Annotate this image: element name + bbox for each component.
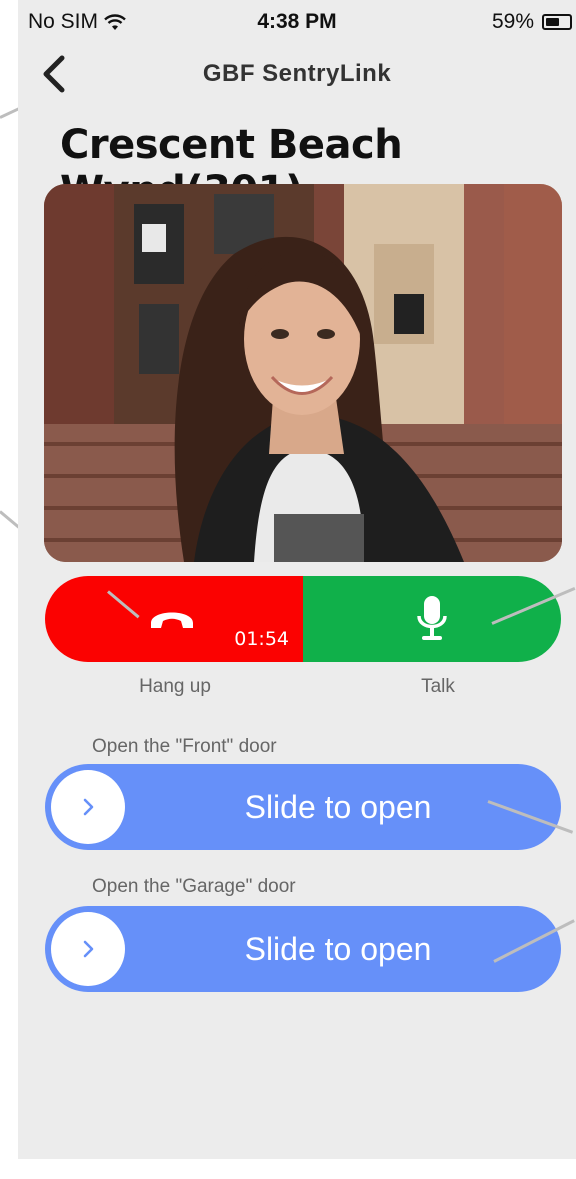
status-bar: No SIM 4:38 PM 59% [18,0,576,44]
nav-bar: GBF SentryLink [18,44,576,104]
front-door-label: Open the "Front" door [92,736,277,757]
status-right: 59% [492,10,572,34]
call-controls: 01:54 [45,576,561,662]
chevron-right-icon [83,798,94,816]
video-frame [44,184,562,562]
hangup-label: Hang up [139,676,211,697]
battery-fill [546,18,559,26]
garage-door-label: Open the "Garage" door [92,876,296,897]
phone-screen: No SIM 4:38 PM 59% GBF SentryLink Cresce… [18,0,576,1159]
chevron-right-icon [83,940,94,958]
battery-percent: 59% [491,10,534,33]
battery-icon [542,14,572,30]
app-title: GBF SentryLink [202,60,392,87]
call-timer: 01:54 [234,628,289,650]
phone-hangup-icon [151,612,193,628]
hangup-button[interactable]: 01:54 [45,576,303,662]
microphone-icon [417,596,447,640]
talk-label: Talk [421,676,455,697]
slider-knob[interactable] [51,770,125,844]
talk-button[interactable] [303,576,561,662]
garage-door-slider[interactable]: Slide to open [45,906,561,992]
page: No SIM 4:38 PM 59% GBF SentryLink Cresce… [0,0,576,1179]
slider-text: Slide to open [244,931,432,967]
front-door-slider[interactable]: Slide to open [45,764,561,850]
slider-knob[interactable] [51,912,125,986]
video-feed [44,184,562,562]
slider-text: Slide to open [244,789,432,825]
